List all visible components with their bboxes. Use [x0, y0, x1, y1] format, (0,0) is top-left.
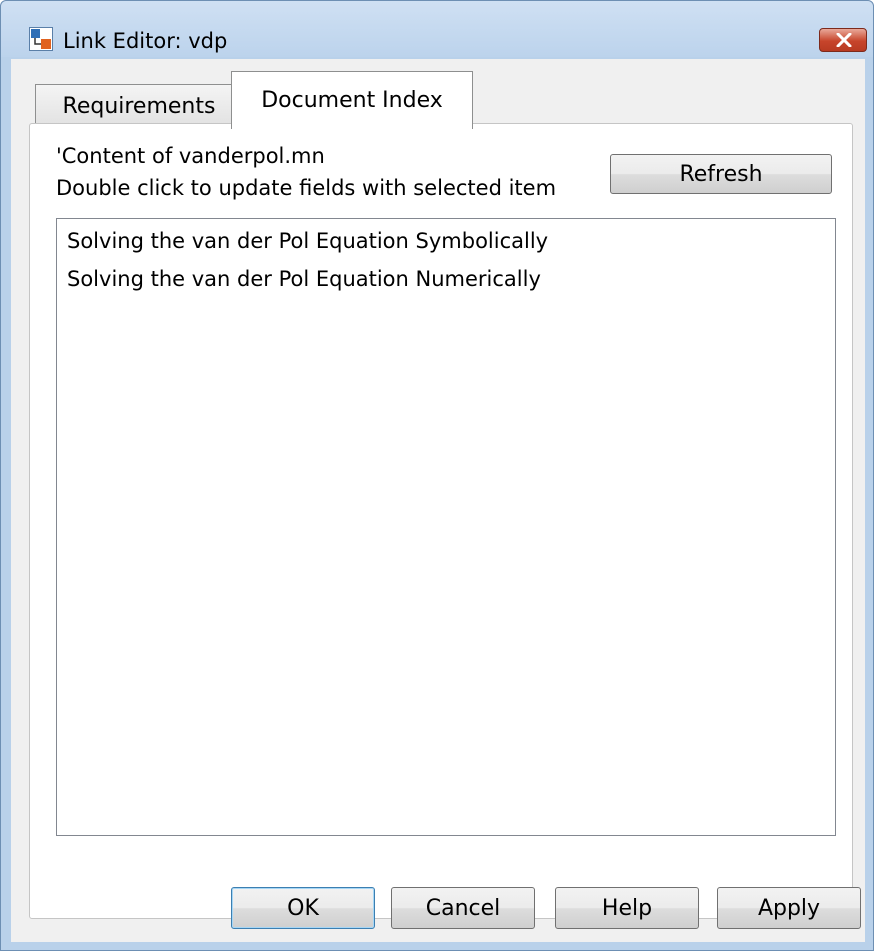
tab-label: Document Index — [261, 88, 443, 113]
close-button[interactable] — [819, 28, 867, 52]
help-button[interactable]: Help — [555, 887, 699, 929]
title-bar[interactable]: Link Editor: vdp — [1, 1, 873, 57]
refresh-button[interactable]: Refresh — [610, 154, 832, 194]
list-item[interactable]: Solving the van der Pol Equation Symboli… — [67, 229, 548, 253]
tab-label: Requirements — [62, 94, 216, 119]
simulink-model-icon — [29, 27, 53, 51]
tab-document-index[interactable]: Document Index — [231, 71, 473, 129]
document-index-list[interactable]: Solving the van der Pol Equation Symboli… — [56, 218, 836, 836]
hint-label: Double click to update fields with selec… — [56, 176, 557, 200]
close-icon — [836, 33, 852, 47]
tab-requirements[interactable]: Requirements — [35, 84, 243, 128]
list-item[interactable]: Solving the van der Pol Equation Numeric… — [67, 267, 541, 291]
link-editor-window: Link Editor: vdp Requirements Document I… — [0, 0, 874, 951]
dialog-client-area: Requirements Document Index 'Content of … — [11, 59, 865, 942]
apply-button[interactable]: Apply — [717, 887, 861, 929]
ok-button[interactable]: OK — [231, 887, 375, 929]
content-label: 'Content of vanderpol.mn — [56, 144, 325, 168]
window-title: Link Editor: vdp — [63, 29, 228, 53]
document-index-panel: 'Content of vanderpol.mn Double click to… — [29, 123, 853, 919]
cancel-button[interactable]: Cancel — [391, 887, 535, 929]
